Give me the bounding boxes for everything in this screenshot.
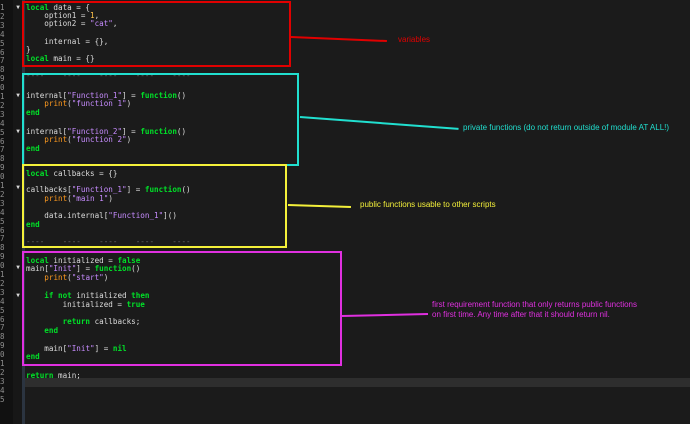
- line-number: 4: [0, 207, 5, 217]
- line-number: 2: [0, 189, 5, 199]
- line-number: 3: [0, 20, 5, 30]
- line-number: 0: [0, 172, 5, 182]
- line-number: 7: [0, 323, 5, 333]
- init-label-line1: first requirement function that only ret…: [432, 300, 637, 309]
- variables-box: [22, 1, 291, 67]
- line-number: 6: [0, 136, 5, 146]
- line-number: 6: [0, 225, 5, 235]
- line-number: 8: [0, 332, 5, 342]
- line-number: 5: [0, 216, 5, 226]
- line-number: 4: [0, 29, 5, 39]
- line-number: 2: [0, 100, 5, 110]
- line-number: 0: [0, 83, 5, 93]
- private-leader-line: [299, 116, 459, 130]
- line-number: 3: [0, 198, 5, 208]
- line-number: 0: [0, 350, 5, 360]
- line-number: 8: [0, 243, 5, 253]
- public-functions-box: [22, 164, 287, 248]
- public-functions-label: public functions usable to other scripts: [360, 200, 496, 209]
- code-line-45[interactable]: return main;: [26, 372, 81, 380]
- fold-caret-icon[interactable]: ▼: [14, 184, 22, 192]
- fold-caret-icon[interactable]: ▼: [14, 264, 22, 272]
- line-number: 9: [0, 163, 5, 173]
- init-label-line2: on first time. Any time after that it sh…: [432, 310, 610, 319]
- line-number: 2: [0, 278, 5, 288]
- line-number: 8: [0, 154, 5, 164]
- line-number: 7: [0, 234, 5, 244]
- fold-caret-icon[interactable]: ▼: [14, 92, 22, 100]
- line-number: 1: [0, 92, 5, 101]
- line-number: 3: [0, 376, 5, 386]
- line-number: 7: [0, 145, 5, 155]
- line-number: 9: [0, 74, 5, 84]
- fold-caret-icon[interactable]: ▼: [14, 128, 22, 136]
- fold-caret-icon[interactable]: ▼: [14, 292, 22, 300]
- line-number: 6: [0, 314, 5, 324]
- code-editor[interactable]: 1234567890123456789012345678901234567890…: [0, 0, 690, 424]
- line-number: 5: [0, 394, 5, 404]
- line-number: 6: [0, 47, 5, 57]
- line-number: 1: [0, 181, 5, 190]
- line-number: 7: [0, 56, 5, 66]
- line-number: 4: [0, 385, 5, 395]
- current-line-highlight: [25, 378, 690, 387]
- line-number: 1: [0, 3, 5, 12]
- line-number: 9: [0, 341, 5, 351]
- line-number: 3: [0, 287, 5, 297]
- init-function-box: [22, 251, 342, 366]
- line-number: 9: [0, 252, 5, 262]
- line-number: 2: [0, 11, 5, 21]
- fold-caret-icon[interactable]: ▼: [14, 4, 22, 12]
- line-number: 0: [0, 261, 5, 271]
- private-functions-box: [22, 73, 299, 166]
- line-number: 1: [0, 359, 5, 368]
- code-text: main;: [53, 371, 81, 380]
- line-number: 3: [0, 109, 5, 119]
- line-number: 4: [0, 296, 5, 306]
- public-leader-line: [287, 204, 351, 208]
- line-number: 8: [0, 65, 5, 75]
- line-number: 5: [0, 38, 5, 48]
- line-number: 4: [0, 118, 5, 128]
- line-number: 1: [0, 270, 5, 279]
- line-number: 5: [0, 305, 5, 315]
- variables-label: variables: [398, 35, 431, 44]
- line-number: 5: [0, 127, 5, 137]
- private-functions-label: private functions (do not return outside…: [463, 123, 670, 132]
- keyword: return: [26, 371, 54, 380]
- init-leader-line: [341, 313, 428, 317]
- variables-leader-line: [290, 36, 387, 42]
- line-number: 2: [0, 367, 5, 377]
